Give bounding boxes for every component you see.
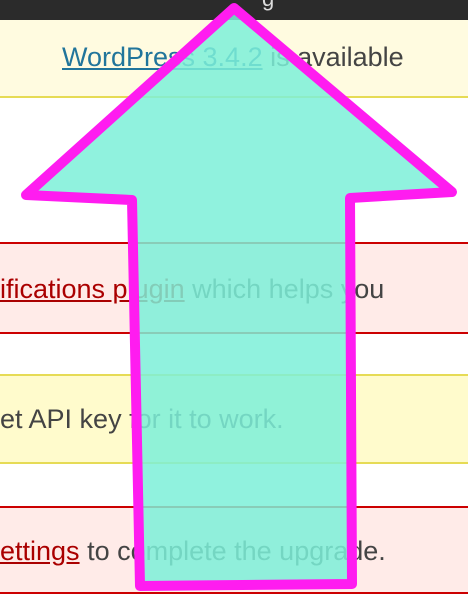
- notice3-text: ettings to complete the upgrade.: [0, 536, 386, 567]
- notifications-plugin-link[interactable]: ifications plugin: [0, 274, 185, 304]
- plugin-notice-settings: ettings to complete the upgrade.: [0, 506, 468, 594]
- admin-header-title: g: [262, 0, 274, 12]
- notice1-text: ifications plugin which helps you: [0, 274, 384, 305]
- plugin-notice-notifications: ifications plugin which helps you: [0, 242, 468, 334]
- update-nag: WordPress 3.4.2 is available: [0, 20, 468, 98]
- plugin-notice-api-key: et API key for it to work.: [0, 374, 468, 464]
- settings-link[interactable]: ettings: [0, 536, 80, 566]
- wordpress-update-link[interactable]: WordPress 3.4.2: [62, 42, 263, 72]
- notice2-text: et API key for it to work.: [0, 404, 284, 434]
- update-nag-text: WordPress 3.4.2 is available: [62, 42, 404, 73]
- notice1-suffix: which helps you: [184, 274, 385, 304]
- update-nag-suffix: is available: [262, 42, 404, 72]
- admin-header-bar: g: [0, 0, 468, 20]
- notice3-suffix: to complete the upgrade.: [79, 536, 386, 566]
